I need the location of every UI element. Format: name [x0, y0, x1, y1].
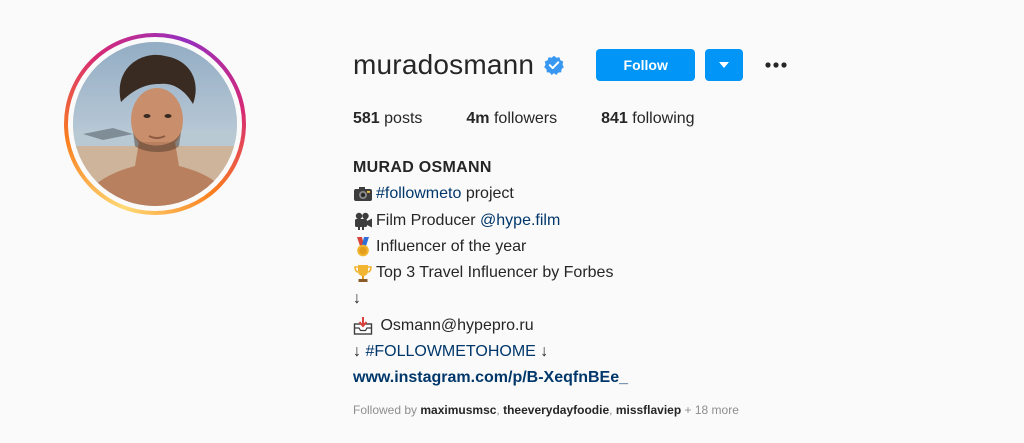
following-label: following — [632, 110, 695, 127]
profile-stats: 581 posts 4m followers 841 following — [353, 110, 739, 128]
following-count: 841 — [601, 110, 628, 127]
avatar-photo — [73, 42, 237, 206]
profile-website-link[interactable]: www.instagram.com/p/B-XeqfnBEe_ — [353, 365, 628, 391]
followmetohome-hashtag-link[interactable]: #FOLLOWMETOHOME — [365, 339, 535, 365]
following-stat[interactable]: 841 following — [601, 110, 694, 128]
verified-badge-icon — [544, 55, 564, 75]
followmeto-hashtag-link[interactable]: #followmeto — [376, 181, 461, 207]
avatar[interactable] — [73, 42, 237, 206]
bio-line-followmetohome: ↓ #FOLLOWMETOHOME ↓ — [353, 339, 628, 365]
posts-label: posts — [384, 110, 423, 127]
hype-film-mention-link[interactable]: @hype.film — [480, 208, 560, 234]
bio-line-influencer-text: Influencer of the year — [376, 237, 527, 255]
bio-line-followmeto: #followmeto project — [353, 181, 628, 207]
bio-line-film-producer: Film Producer @hype.film — [353, 208, 628, 234]
follow-button[interactable]: Follow — [596, 49, 696, 81]
avatar-story-ring[interactable] — [64, 33, 246, 215]
medal-emoji-icon — [357, 237, 369, 257]
followed-by-suffix: + 18 more — [681, 403, 739, 417]
followed-by[interactable]: Followed by maximusmsc, theeverydayfoodi… — [353, 403, 739, 417]
camera-emoji-icon — [354, 187, 372, 202]
bio-line-email: Osmann@hypepro.ru — [353, 313, 628, 339]
caret-down-icon — [719, 62, 730, 68]
followed-by-sep-2: , — [609, 403, 616, 417]
followers-stat[interactable]: 4m followers — [466, 110, 557, 128]
followed-by-user-2: theeverydayfoodie — [503, 403, 610, 417]
bio-line-film-producer-text: Film Producer — [376, 211, 481, 229]
followers-label: followers — [493, 110, 558, 127]
bio-line-arrow: ↓ — [353, 286, 628, 312]
followmetohome-pre: ↓ — [353, 343, 366, 361]
followmetohome-post: ↓ — [535, 343, 549, 361]
email-text: Osmann@hypepro.ru — [376, 316, 534, 334]
posts-count: 581 — [353, 110, 380, 127]
full-name: MURAD OSMANN — [353, 159, 492, 176]
username: muradosmann — [353, 49, 535, 80]
profile-bio: MURAD OSMANN #followmeto project Film Pr… — [353, 155, 628, 392]
trophy-emoji-icon — [354, 265, 372, 283]
followers-count: 4m — [466, 110, 490, 127]
profile-header: muradosmann Follow — [353, 48, 791, 82]
inbox-emoji-icon — [353, 316, 373, 335]
avatar-gap — [68, 37, 242, 211]
bio-line-followmeto-text: project — [461, 185, 514, 203]
bio-line-forbes: Top 3 Travel Influencer by Forbes — [353, 260, 628, 286]
suggested-accounts-dropdown-button[interactable] — [705, 49, 744, 81]
down-arrow-text: ↓ — [353, 290, 361, 308]
bio-line-forbes-text: Top 3 Travel Influencer by Forbes — [376, 264, 614, 282]
bio-line-url: www.instagram.com/p/B-XeqfnBEe_ — [353, 365, 628, 391]
followed-by-prefix: Followed by — [353, 403, 421, 417]
more-options-icon — [765, 62, 787, 68]
posts-stat: 581 posts — [353, 110, 422, 128]
more-options-button[interactable] — [761, 49, 791, 81]
followed-by-user-3: missflaviep — [615, 403, 682, 417]
bio-line-influencer: Influencer of the year — [353, 234, 628, 260]
followed-by-user-1: maximusmsc — [420, 403, 497, 417]
movie-camera-emoji-icon — [355, 212, 372, 230]
